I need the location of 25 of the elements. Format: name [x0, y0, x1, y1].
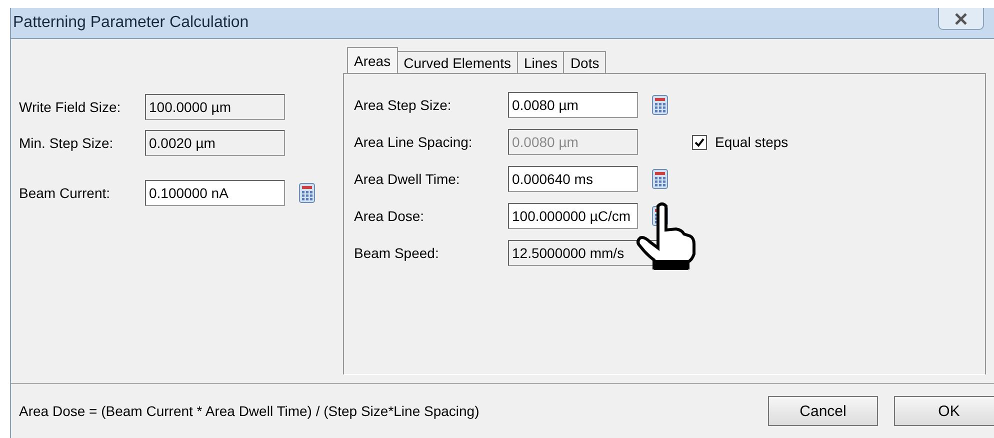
calculator-icon[interactable]	[652, 169, 668, 189]
field-label: Area Step Size:	[354, 97, 452, 113]
input-field[interactable]: 0.0080 µm	[508, 92, 638, 118]
field-label: Area Dose:	[354, 208, 426, 224]
input-field[interactable]: 100.000000 µC/cm	[508, 203, 638, 229]
dialog-button[interactable]: OK	[894, 396, 994, 426]
field-label: Write Field Size:	[19, 99, 122, 115]
window-title: Patterning Parameter Calculation	[12, 14, 249, 32]
formula-text: Area Dose = (Beam Current * Area Dwell Time) / (Step Size*Line Spacing)	[19, 403, 480, 419]
tab[interactable]: Dots	[563, 51, 606, 73]
field-label: Area Line Spacing:	[354, 134, 474, 150]
calculator-icon[interactable]	[652, 95, 668, 115]
field-label: Beam Current:	[19, 185, 112, 201]
close-button[interactable]	[938, 8, 984, 30]
calculator-icon[interactable]	[299, 183, 315, 203]
field-label: Beam Speed:	[354, 245, 440, 261]
field-label: Area Dwell Time:	[354, 171, 461, 187]
field-label: Min. Step Size:	[19, 135, 114, 151]
input-field[interactable]: 0.000640 ms	[508, 166, 638, 192]
dialog-button[interactable]: Cancel	[768, 396, 878, 426]
tab[interactable]: Areas	[347, 47, 398, 73]
close-icon	[954, 12, 968, 24]
input-field[interactable]: 0.100000 nA	[145, 180, 285, 206]
hand-cursor-icon	[636, 202, 696, 272]
checkbox-label: Equal steps	[715, 134, 788, 150]
